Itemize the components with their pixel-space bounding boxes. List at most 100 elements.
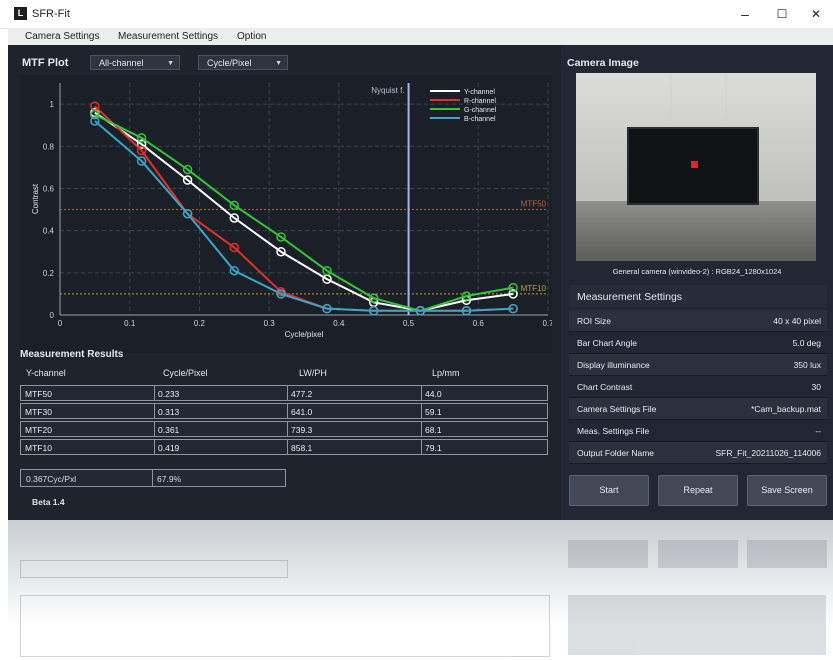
x-axis-label: Cycle/pixel <box>285 330 324 339</box>
table-cell: MTF50 <box>25 389 52 399</box>
y-tick-label: 0.4 <box>43 227 55 236</box>
column-divider <box>287 386 288 400</box>
column-divider <box>287 440 288 454</box>
menu-option[interactable]: Option <box>237 31 266 42</box>
setting-value: 40 x 40 pixel <box>773 316 821 326</box>
setting-meas-settings-file[interactable]: Meas. Settings File -- <box>569 420 827 442</box>
table-cell: MTF30 <box>25 407 52 417</box>
table-cell: 641.0 <box>291 407 313 417</box>
y-tick-label: 0.6 <box>43 184 55 193</box>
setting-display-illuminance[interactable]: Display illuminance 350 lux <box>569 354 827 376</box>
series-line <box>94 111 514 312</box>
channel-select[interactable]: All-channel ▼ <box>90 55 180 70</box>
app-logo-icon: L <box>14 7 27 20</box>
window-title: SFR-Fit <box>32 8 70 20</box>
setting-value: 5.0 deg <box>792 338 821 348</box>
x-tick-label: 0.5 <box>403 319 415 328</box>
setting-output-folder-name[interactable]: Output Folder Name SFR_Fit_20211026_1140… <box>569 442 827 464</box>
setting-label: Chart Contrast <box>577 382 633 392</box>
setting-value: -- <box>815 426 821 436</box>
channel-select-value: All-channel <box>99 58 144 68</box>
reflected-readout <box>20 560 288 578</box>
table-cell: 68.1 <box>425 425 442 435</box>
legend-label: R-channel <box>464 98 496 105</box>
table-row[interactable]: MTF20 0.361 739.3 68.1 <box>20 421 548 437</box>
x-tick-label: 0.2 <box>194 319 206 328</box>
column-divider <box>154 404 155 418</box>
setting-camera-settings-file[interactable]: Camera Settings File *Cam_backup.mat <box>569 398 827 420</box>
mtf-plot-title: MTF Plot <box>22 57 69 69</box>
close-button[interactable]: ✕ <box>801 4 831 24</box>
nyquist-label: Nyquist f. <box>371 86 404 95</box>
version-label: Beta 1.4 <box>32 497 65 507</box>
table-row[interactable]: MTF30 0.313 641.0 59.1 <box>20 403 548 419</box>
setting-chart-contrast[interactable]: Chart Contrast 30 <box>569 376 827 398</box>
column-divider <box>152 470 153 486</box>
legend-label: B-channel <box>464 116 496 123</box>
setting-bar-chart-angle[interactable]: Bar Chart Angle 5.0 deg <box>569 332 827 354</box>
table-cell: MTF10 <box>25 443 52 453</box>
setting-label: Output Folder Name <box>577 448 655 458</box>
minimize-button[interactable]: – <box>730 4 760 24</box>
cursor-contrast: 67.9% <box>157 474 182 484</box>
column-divider <box>154 422 155 436</box>
window-reflection <box>8 520 833 660</box>
x-tick-label: 0.3 <box>264 319 276 328</box>
mtf-chart-svg: 0 0.1 0.2 0.3 0.4 0.5 0.6 0.7 0 0.2 0.4 0.6 0.8 1 Cycl… <box>31 83 554 339</box>
unit-select[interactable]: Cycle/Pixel ▼ <box>198 55 288 70</box>
camera-image-title: Camera Image <box>567 57 639 69</box>
column-divider <box>421 386 422 400</box>
setting-value: 350 lux <box>793 360 821 370</box>
right-panel: Camera Image General camera (winvideo-2)… <box>561 45 833 520</box>
y-axis-label: Contrast <box>31 183 40 214</box>
results-header: Lp/mm <box>432 368 460 378</box>
chevron-down-icon: ▼ <box>275 60 282 67</box>
setting-value: *Cam_backup.mat <box>751 404 821 414</box>
cursor-readout: 0.367Cyc/Pxl 67.9% <box>20 469 286 487</box>
column-divider <box>287 404 288 418</box>
table-cell: 858.1 <box>291 443 313 453</box>
reflected-settings <box>568 595 826 655</box>
threshold-label: MTF10 <box>521 284 547 293</box>
table-cell: MTF20 <box>25 425 52 435</box>
x-tick-label: 0.4 <box>333 319 345 328</box>
menu-bar: Camera Settings Measurement Settings Opt… <box>8 28 833 45</box>
y-tick-label: 0 <box>50 311 55 320</box>
table-row[interactable]: MTF50 0.233 477.2 44.0 <box>20 385 548 401</box>
start-button[interactable]: Start <box>569 475 649 506</box>
column-divider <box>287 422 288 436</box>
save-screen-button[interactable]: Save Screen <box>747 475 827 506</box>
column-divider <box>154 440 155 454</box>
reflection-shapes <box>8 520 833 660</box>
setting-value: SFR_Fit_20211026_114006 <box>715 448 821 458</box>
repeat-button[interactable]: Repeat <box>658 475 738 506</box>
table-cell: 0.419 <box>158 443 180 453</box>
y-tick-label: 0.2 <box>43 269 55 278</box>
settings-header: Measurement Settings <box>569 285 827 307</box>
settings-title: Measurement Settings <box>577 291 683 303</box>
setting-roi-size[interactable]: ROI Size 40 x 40 pixel <box>569 310 827 332</box>
results-header: Cycle/Pixel <box>163 368 208 378</box>
mtf-chart[interactable]: 0 0.1 0.2 0.3 0.4 0.5 0.6 0.7 0 0.2 0.4 0.6 0.8 1 Cycl… <box>20 75 554 353</box>
results-header: LW/PH <box>299 368 327 378</box>
chevron-down-icon: ▼ <box>167 60 174 67</box>
menu-camera-settings[interactable]: Camera Settings <box>25 31 99 42</box>
column-divider <box>421 404 422 418</box>
roi-marker <box>691 161 698 168</box>
table-row[interactable]: MTF10 0.419 858.1 79.1 <box>20 439 548 455</box>
table-cell: 0.313 <box>158 407 180 417</box>
table-cell: 44.0 <box>425 389 442 399</box>
setting-value: 30 <box>811 382 821 392</box>
legend-label: Y-channel <box>464 89 495 96</box>
results-title: Measurement Results <box>20 349 124 360</box>
menu-measurement-settings[interactable]: Measurement Settings <box>118 31 218 42</box>
table-cell: 59.1 <box>425 407 442 417</box>
table-cell: 477.2 <box>291 389 313 399</box>
reflected-button <box>658 540 738 568</box>
table-cell: 0.233 <box>158 389 180 399</box>
series-line <box>94 105 514 312</box>
camera-preview[interactable] <box>576 73 816 261</box>
unit-select-value: Cycle/Pixel <box>207 58 252 68</box>
maximize-button[interactable]: ☐ <box>767 4 797 24</box>
cursor-frequency: 0.367Cyc/Pxl <box>26 474 77 484</box>
